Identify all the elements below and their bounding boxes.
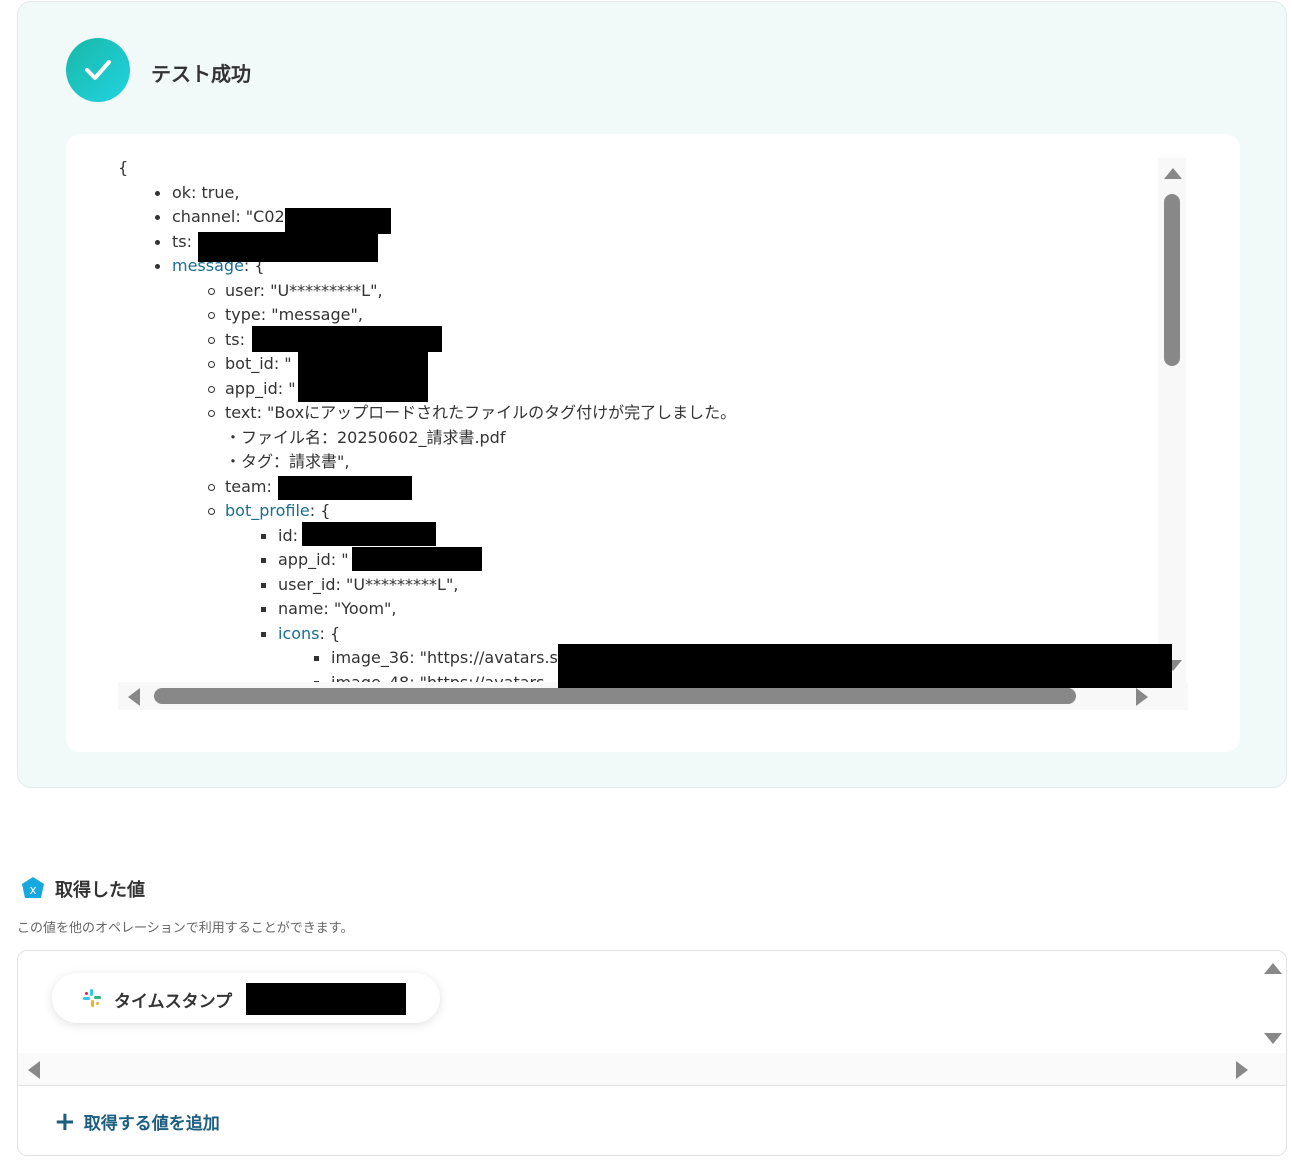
json-line-text: ts: xyxy=(225,329,245,349)
acquired-values-title: 取得した値 xyxy=(55,880,145,901)
acquired-values-box: タイムスタンプ + 取得する値を追加 xyxy=(17,950,1287,1156)
json-line-text: app_id: " xyxy=(225,378,296,398)
redaction-box xyxy=(298,352,428,378)
scroll-down-arrow-icon[interactable] xyxy=(1264,1033,1282,1044)
json-line: image_36: "https://avatars.s xyxy=(314,648,558,668)
json-line: channel: "C02 xyxy=(155,207,285,227)
scroll-left-arrow-icon[interactable] xyxy=(128,688,140,706)
redaction-box xyxy=(198,232,378,262)
json-line-text: bot_id: " xyxy=(225,354,292,373)
variable-x-icon: x xyxy=(20,876,46,902)
check-icon xyxy=(66,38,130,102)
json-line-text: image_36: "https://avatars.s xyxy=(331,648,558,667)
json-line-text: type: "message", xyxy=(225,305,363,324)
json-line: app_id: " xyxy=(261,550,349,570)
vertical-scroll-thumb[interactable] xyxy=(1164,194,1180,366)
plus-icon: + xyxy=(54,1106,76,1137)
json-line: ・タグ：請求書", xyxy=(225,452,349,472)
redaction-box xyxy=(278,476,412,500)
add-value-label: 取得する値を追加 xyxy=(83,1114,220,1134)
json-line-text: : { xyxy=(309,501,331,520)
json-key-link[interactable]: bot_profile xyxy=(225,501,310,520)
redaction-box xyxy=(558,644,1172,688)
json-line: app_id: " xyxy=(208,378,296,399)
json-line: text: "Boxにアップロードされたファイルのタグ付けが完了しました。 xyxy=(207,403,737,423)
vertical-scrollbar[interactable] xyxy=(1158,158,1186,682)
json-output-card: {ok: true, channel: "C02 ts: " message: {us… xyxy=(66,134,1240,752)
values-vertical-scrollbar[interactable] xyxy=(1260,955,1286,1051)
json-line-text: name: "Yoom", xyxy=(278,599,397,618)
json-line: { xyxy=(118,158,128,178)
json-line: bot_profile: { xyxy=(207,501,331,521)
json-line-text: ・タグ：請求書", xyxy=(225,452,350,471)
svg-text:x: x xyxy=(29,883,36,897)
json-line: bot_id: " xyxy=(208,354,292,374)
json-line: team: " xyxy=(207,476,285,497)
json-line: ・ファイル名：20250602_請求書.pdf xyxy=(225,428,505,448)
json-line-text: team: " xyxy=(225,476,285,496)
json-line-text: user: "U*********L", xyxy=(225,280,383,300)
json-line: type: "message", xyxy=(208,305,363,325)
redaction-box xyxy=(246,983,406,1015)
redaction-box xyxy=(298,376,428,402)
scroll-left-arrow-icon[interactable] xyxy=(28,1061,40,1079)
test-result-panel: テスト成功 {ok: true, channel: "C02 ts: " messag… xyxy=(17,1,1287,788)
json-line-text: ok: true, xyxy=(172,182,240,202)
json-line-text: ・ファイル名：20250602_請求書.pdf xyxy=(225,427,506,447)
acquired-values-description: この値を他のオペレーションで利用することができます。 xyxy=(17,921,354,936)
json-line: image_48: "https://avatars. xyxy=(314,672,550,683)
json-line-text: channel: "C02 xyxy=(172,207,285,226)
json-line: ok: true, xyxy=(154,182,240,203)
scroll-right-arrow-icon[interactable] xyxy=(1136,688,1148,706)
values-horizontal-scrollbar[interactable] xyxy=(18,1053,1286,1086)
horizontal-scroll-thumb[interactable] xyxy=(154,688,1076,704)
json-line: user_id: "U*********L", xyxy=(260,574,459,595)
redaction-box xyxy=(302,522,436,546)
json-key-link[interactable]: icons xyxy=(278,624,320,643)
json-line-text: image_48: "https://avatars. xyxy=(331,672,550,683)
json-line: user: "U*********L", xyxy=(208,280,383,301)
redaction-box xyxy=(352,547,482,571)
json-line-text: { xyxy=(118,158,129,177)
redaction-box xyxy=(252,326,442,352)
add-value-button[interactable]: + 取得する値を追加 xyxy=(54,1106,220,1137)
json-line-text: text: "Boxにアップロードされたファイルのタグ付けが完了しました。 xyxy=(225,403,737,422)
scroll-right-arrow-icon[interactable] xyxy=(1236,1061,1248,1079)
timestamp-chip-label: タイムスタンプ xyxy=(114,992,233,1012)
timestamp-value-chip[interactable]: タイムスタンプ xyxy=(52,973,440,1023)
redaction-box xyxy=(285,208,391,234)
json-line-text: user_id: "U*********L", xyxy=(278,574,459,594)
scroll-up-arrow-icon[interactable] xyxy=(1264,963,1282,974)
test-success-title: テスト成功 xyxy=(151,62,251,86)
json-line-text: : { xyxy=(319,623,341,643)
scroll-up-arrow-icon[interactable] xyxy=(1164,168,1182,179)
json-line: ts: xyxy=(208,329,245,350)
json-line: name: "Yoom", xyxy=(260,599,397,619)
json-line-text: app_id: " xyxy=(278,550,349,569)
slack-icon xyxy=(82,988,102,1008)
json-line: icons: { xyxy=(260,623,341,644)
